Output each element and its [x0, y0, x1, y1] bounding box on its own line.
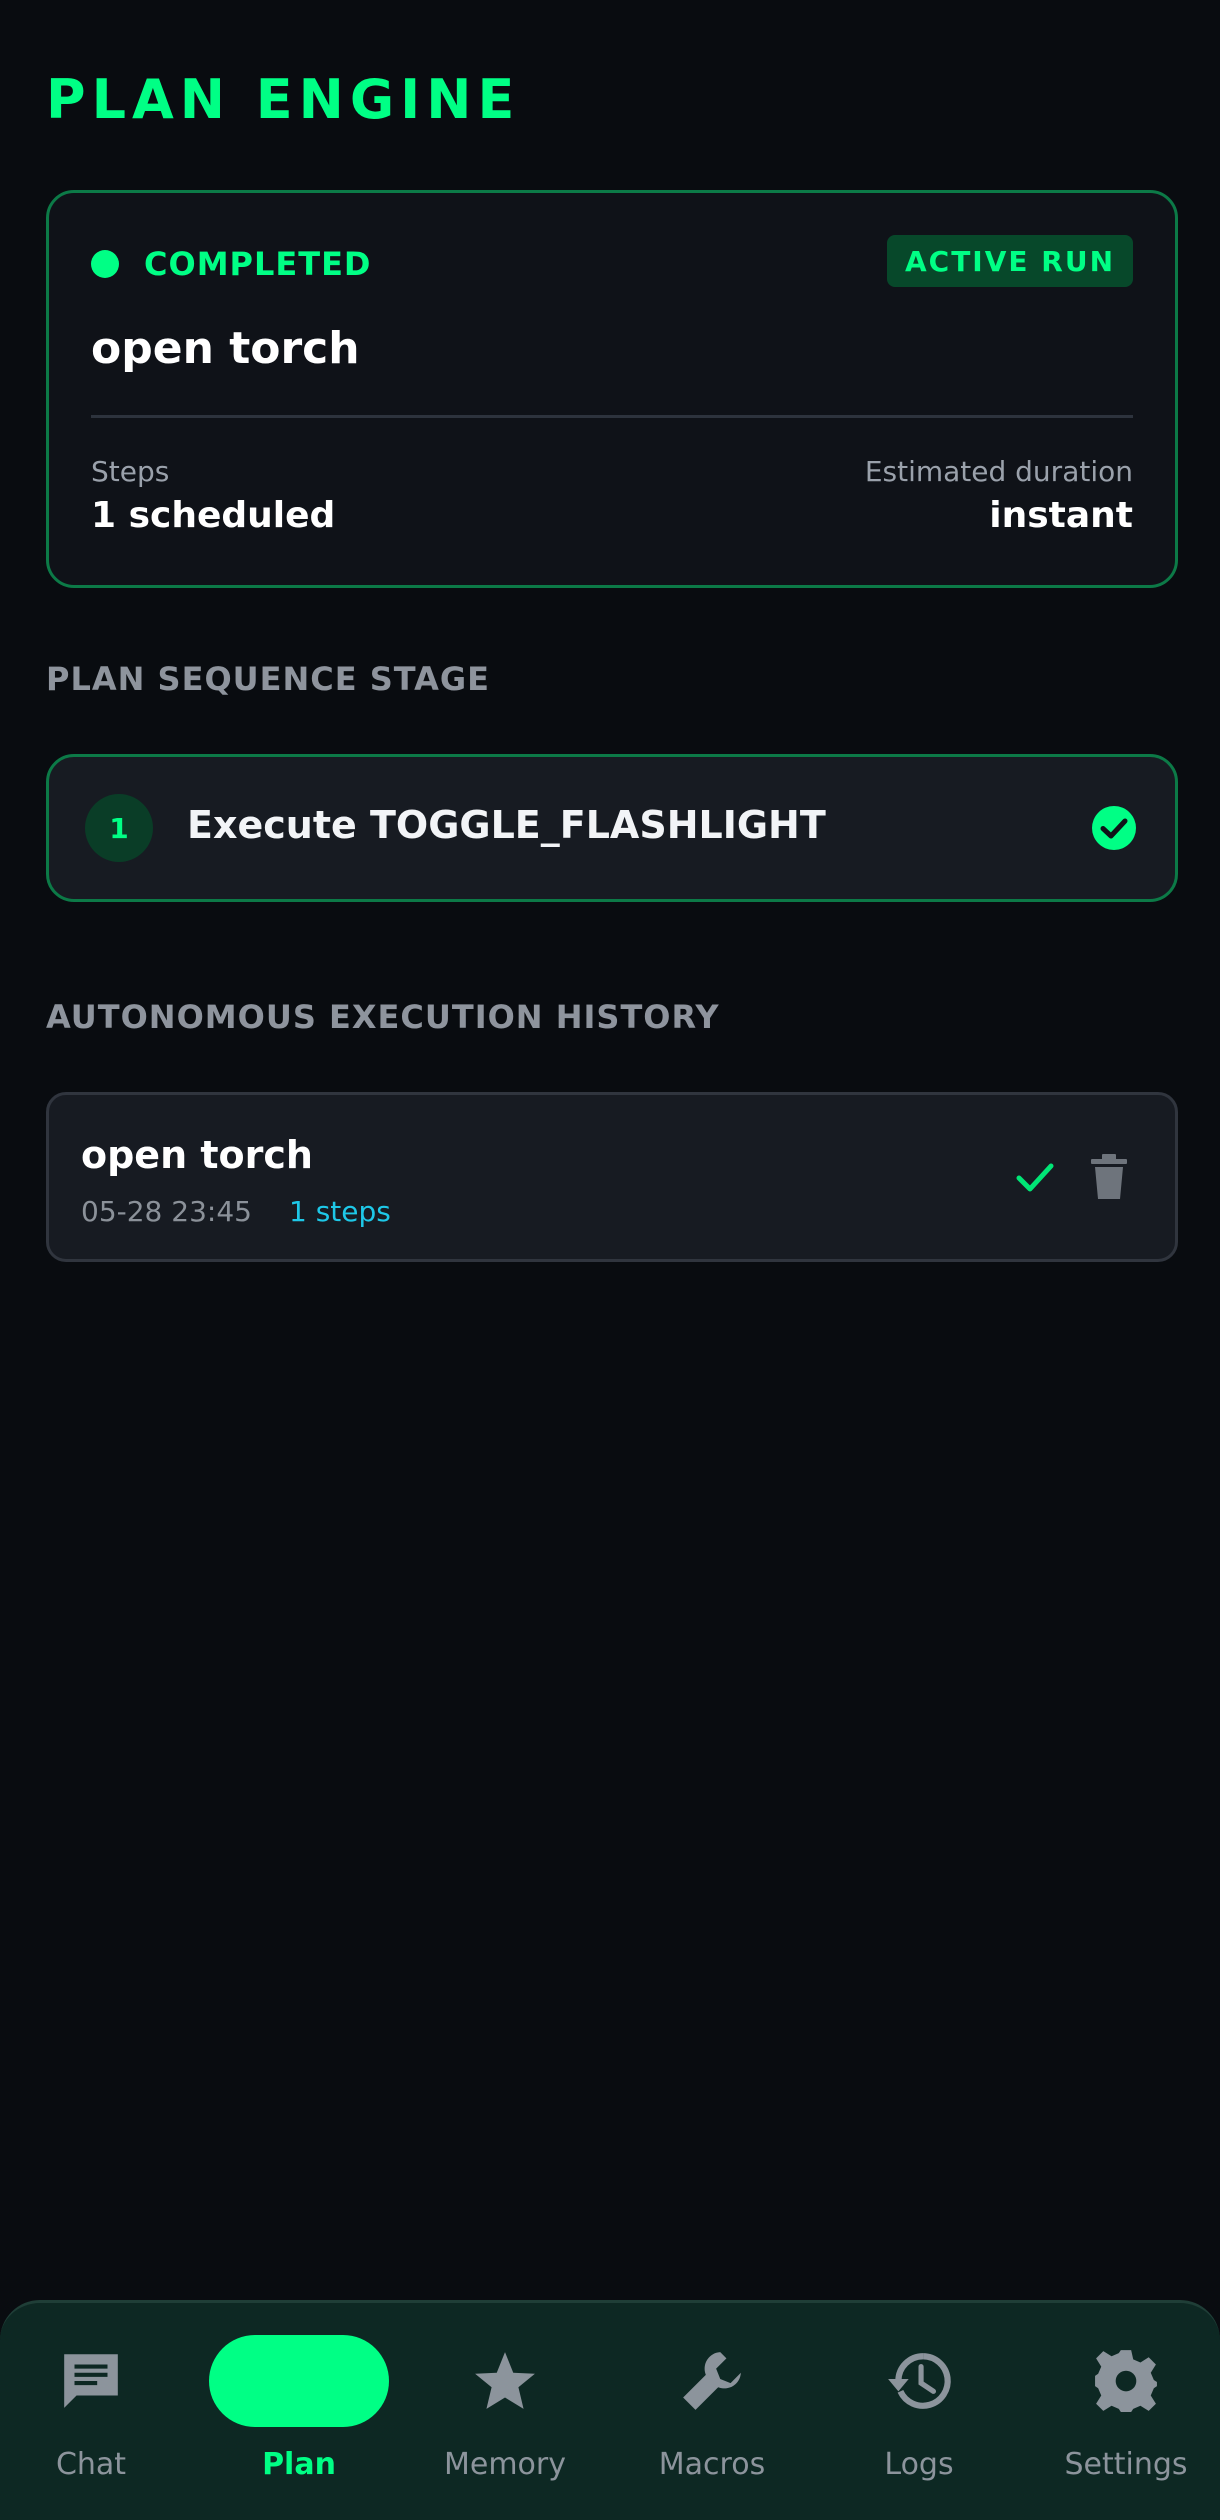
nav-icon-container	[415, 2335, 595, 2427]
plan-icon	[266, 2348, 332, 2414]
status-row: COMPLETED	[91, 245, 371, 283]
steps-label: Steps	[91, 455, 170, 488]
history-section-header: AUTONOMOUS EXECUTION HISTORY	[46, 998, 720, 1036]
history-icon	[888, 2353, 951, 2409]
sequence-step[interactable]: 1 Execute TOGGLE_FLASHLIGHT	[46, 754, 1178, 902]
sequence-section-header: PLAN SEQUENCE STAGE	[46, 660, 491, 698]
step-number: 1	[85, 794, 153, 862]
check-icon	[1016, 1163, 1054, 1192]
history-item-title: open torch	[81, 1133, 313, 1177]
nav-item-chat[interactable]: Chat	[0, 2303, 186, 2513]
star-icon	[475, 2352, 535, 2409]
gear-icon	[1095, 2350, 1157, 2412]
nav-icon-container	[829, 2335, 1009, 2427]
nav-icon-container	[1, 2335, 181, 2427]
plan-name: open torch	[91, 323, 360, 374]
nav-item-logs[interactable]: Logs	[824, 2303, 1014, 2513]
nav-icon-container	[622, 2335, 802, 2427]
divider	[91, 415, 1133, 418]
page-title: PLAN ENGINE	[46, 68, 521, 131]
nav-label: Chat	[55, 2447, 127, 2482]
duration-label: Estimated duration	[864, 455, 1133, 488]
nav-item-macros[interactable]: Macros	[617, 2303, 807, 2513]
step-label: Execute TOGGLE_FLASHLIGHT	[187, 803, 826, 847]
active-run-card: COMPLETED ACTIVE RUN open torch Steps 1 …	[46, 190, 1178, 588]
status-dot-icon	[91, 250, 119, 278]
history-item-steps: 1 steps	[289, 1195, 391, 1228]
nav-label: Logs	[884, 2447, 954, 2482]
nav-label: Plan	[262, 2447, 336, 2482]
bottom-nav: Chat Plan Memory Macros Logs Settings	[0, 2300, 1220, 2520]
history-item-date: 05-28 23:45	[81, 1195, 252, 1228]
nav-label: Settings	[1064, 2447, 1188, 2482]
duration-value: instant	[989, 495, 1133, 536]
check-circle-icon	[1092, 806, 1136, 850]
trash-icon[interactable]	[1087, 1153, 1131, 1201]
history-item[interactable]: open torch 05-28 23:45 1 steps	[46, 1092, 1178, 1262]
nav-icon-container	[209, 2335, 389, 2427]
wrench-icon	[683, 2352, 741, 2410]
nav-label: Memory	[443, 2447, 566, 2482]
status-text: COMPLETED	[144, 245, 372, 283]
nav-icon-container	[1036, 2335, 1216, 2427]
nav-item-plan[interactable]: Plan	[204, 2303, 394, 2513]
nav-item-settings[interactable]: Settings	[1031, 2303, 1220, 2513]
nav-label: Macros	[658, 2447, 766, 2482]
active-run-badge: ACTIVE RUN	[886, 235, 1133, 287]
steps-value: 1 scheduled	[91, 495, 336, 536]
nav-item-memory[interactable]: Memory	[410, 2303, 600, 2513]
chat-icon	[64, 2354, 118, 2408]
